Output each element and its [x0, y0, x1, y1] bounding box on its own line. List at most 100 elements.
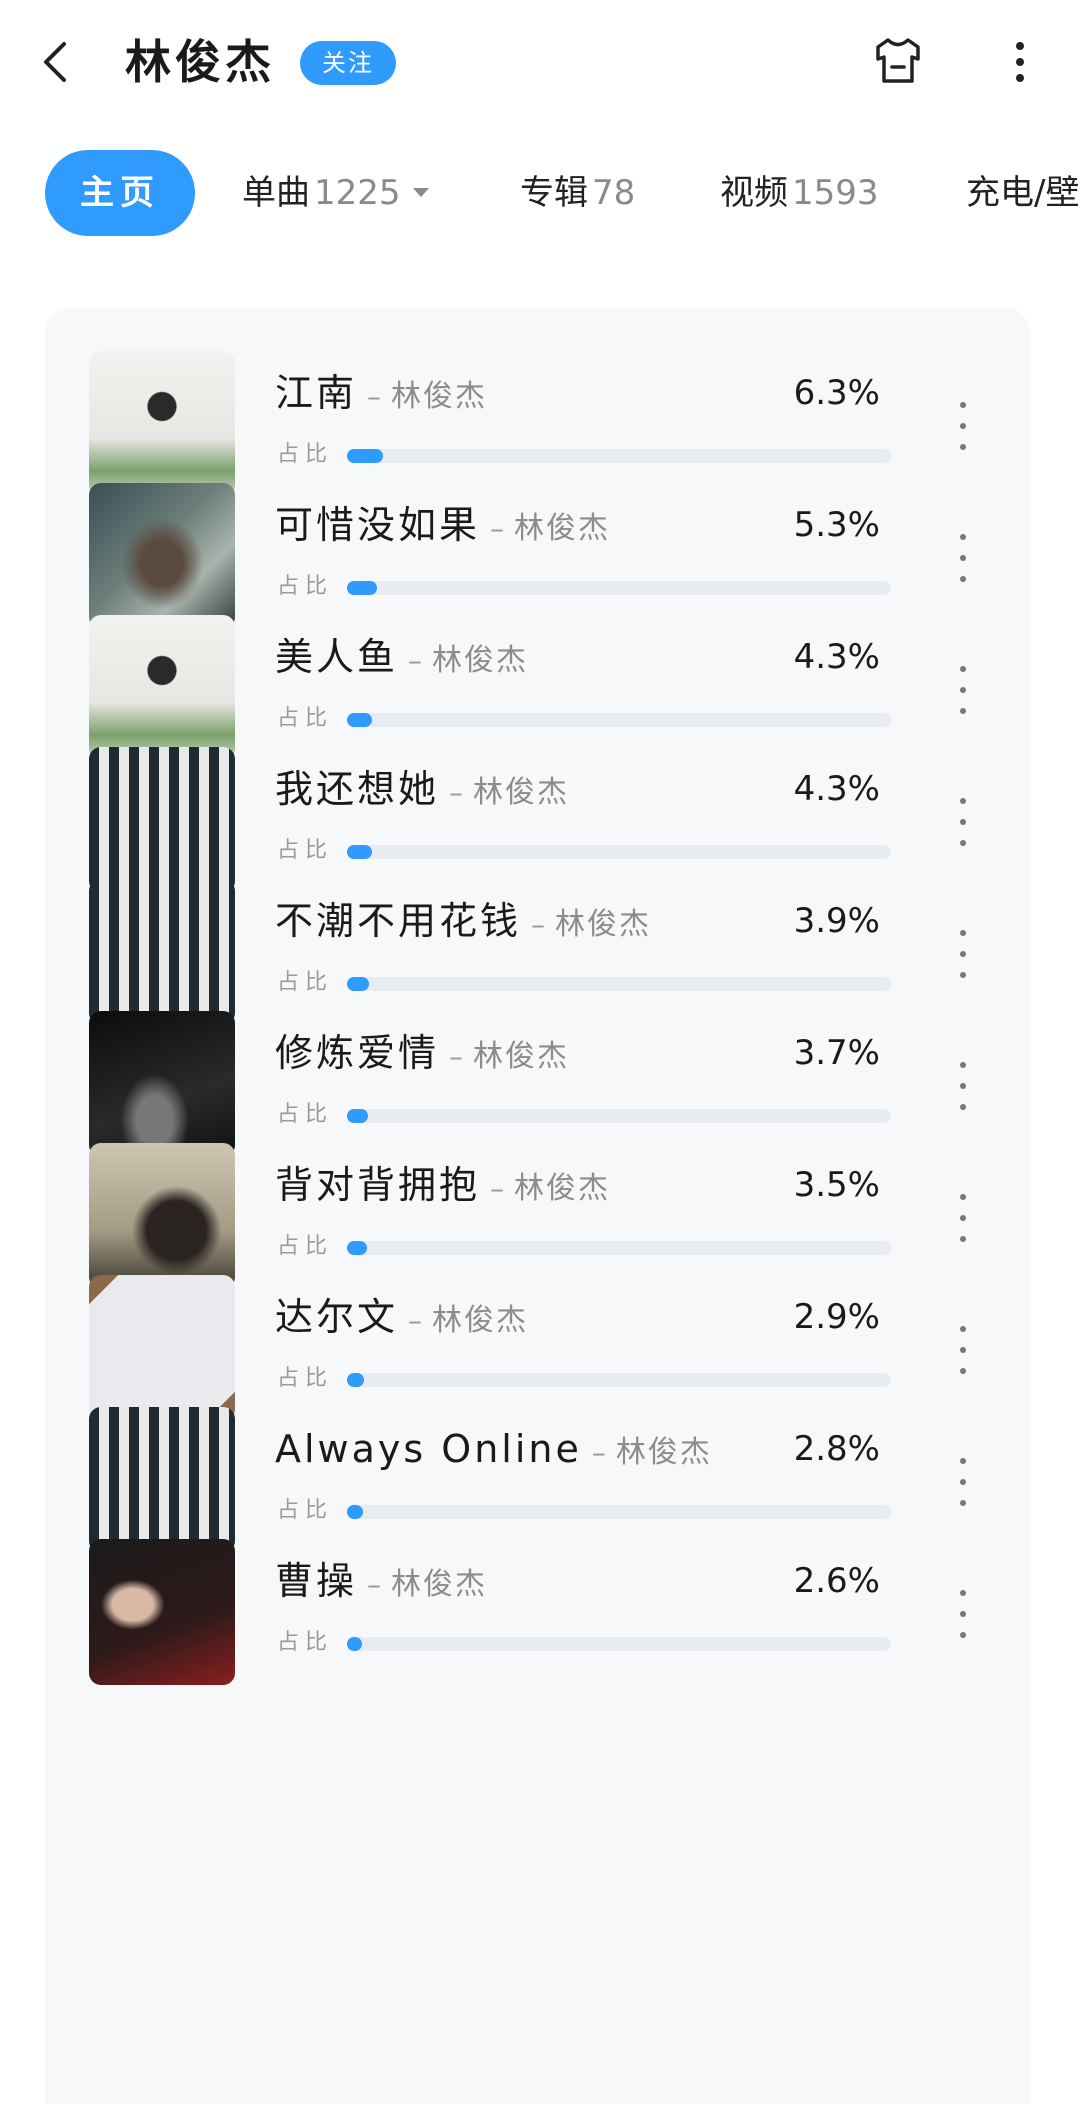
separator: –	[531, 908, 546, 941]
dot	[960, 798, 966, 804]
separator: –	[591, 1436, 606, 1469]
song-row[interactable]: 曹操 – 林俊杰 2.6% 占比	[45, 1496, 1030, 1685]
song-share-list: 江南 – 林俊杰 6.3% 占比 可惜没如果 – 林俊杰 5.3% 占比 美人鱼 – 林俊杰	[45, 308, 1030, 2104]
tab-label: 单曲	[242, 173, 310, 213]
tab-home[interactable]: 主页	[45, 150, 195, 236]
share-percent: 3.5%	[793, 1165, 880, 1205]
song-artist: 林俊杰	[391, 1567, 488, 1602]
tab-label: 视频	[720, 173, 788, 213]
song-name: 可惜没如果	[275, 503, 481, 547]
song-title-line: 达尔文 – 林俊杰	[275, 1292, 528, 1342]
dot	[960, 1347, 966, 1353]
dot	[960, 1194, 966, 1200]
song-artist: 林俊杰	[514, 1171, 611, 1206]
tab-charge-wallpaper[interactable]: 充电/壁	[966, 150, 1079, 236]
song-artist: 林俊杰	[391, 379, 488, 414]
song-name: 江南	[275, 371, 358, 415]
separator: –	[408, 644, 423, 677]
caret-down-icon[interactable]	[412, 188, 429, 197]
dot	[960, 1611, 966, 1617]
song-artist: 林俊杰	[514, 511, 611, 546]
chevron-left-icon	[44, 42, 66, 82]
dot	[960, 1215, 966, 1221]
song-artist: 林俊杰	[432, 1303, 529, 1338]
back-button[interactable]	[28, 30, 78, 94]
dot	[960, 423, 966, 429]
song-artist: 林俊杰	[615, 1435, 712, 1470]
separator: –	[367, 380, 382, 413]
song-name: 我还想她	[275, 767, 440, 811]
dot	[960, 1083, 966, 1089]
dot	[960, 555, 966, 561]
dot	[960, 1479, 966, 1485]
separator: –	[449, 1040, 464, 1073]
dot	[960, 819, 966, 825]
song-title-line: 背对背拥抱 – 林俊杰	[275, 1160, 610, 1210]
page-title: 林俊杰	[125, 35, 275, 89]
row-more-button[interactable]	[953, 1584, 973, 1644]
shirt-icon	[876, 38, 920, 83]
tab-label: 充电/壁	[966, 173, 1080, 213]
tab-count: 78	[592, 173, 636, 213]
dot	[960, 930, 966, 936]
share-progress-bar	[347, 1637, 891, 1651]
share-progress-fill	[347, 1637, 362, 1651]
follow-button[interactable]: 关注	[300, 41, 396, 85]
theme-button[interactable]	[870, 33, 926, 89]
share-label: 占比	[277, 1630, 334, 1655]
album-cover[interactable]	[89, 1539, 235, 1685]
song-name: 修炼爱情	[275, 1031, 440, 1075]
tab-videos[interactable]: 视频 1593	[720, 150, 879, 236]
tab-label: 专辑	[520, 173, 588, 213]
song-title-line: 江南 – 林俊杰	[275, 368, 487, 418]
song-title-line: 不潮不用花钱 – 林俊杰	[275, 896, 651, 946]
separator: –	[408, 1304, 423, 1337]
tab-singles[interactable]: 单曲 1225	[242, 150, 429, 236]
song-artist: 林俊杰	[555, 907, 652, 942]
dot	[960, 687, 966, 693]
song-name: 达尔文	[275, 1295, 399, 1339]
song-name: 曹操	[275, 1559, 358, 1603]
more-vertical-icon	[1016, 42, 1024, 82]
song-title-line: Always Online – 林俊杰	[275, 1424, 712, 1474]
share-percent: 5.3%	[793, 505, 880, 545]
top-bar: 林俊杰 关注	[0, 0, 1080, 125]
share-percent: 4.3%	[793, 637, 880, 677]
song-artist: 林俊杰	[473, 775, 570, 810]
tab-bar: 主页 单曲 1225 专辑 78 视频 1593 充电/壁	[0, 150, 1080, 240]
more-options-button[interactable]	[1000, 30, 1040, 94]
song-name: 不潮不用花钱	[275, 899, 522, 943]
separator: –	[449, 776, 464, 809]
dot	[960, 666, 966, 672]
dot	[960, 1590, 966, 1596]
song-title-line: 美人鱼 – 林俊杰	[275, 632, 528, 682]
song-title-line: 可惜没如果 – 林俊杰	[275, 500, 610, 550]
song-artist: 林俊杰	[432, 643, 529, 678]
song-name: Always Online	[275, 1427, 582, 1471]
song-name: 美人鱼	[275, 635, 399, 679]
separator: –	[490, 512, 505, 545]
song-title-line: 曹操 – 林俊杰	[275, 1556, 487, 1606]
share-percent: 2.8%	[793, 1429, 880, 1469]
dot	[960, 1458, 966, 1464]
tab-label: 主页	[80, 173, 160, 213]
tab-count: 1593	[792, 173, 879, 213]
dot	[960, 1632, 966, 1638]
song-title-line: 我还想她 – 林俊杰	[275, 764, 569, 814]
dot	[960, 951, 966, 957]
dot	[960, 1062, 966, 1068]
song-name: 背对背拥抱	[275, 1163, 481, 1207]
share-percent: 6.3%	[793, 373, 880, 413]
separator: –	[490, 1172, 505, 1205]
separator: –	[367, 1568, 382, 1601]
song-artist: 林俊杰	[473, 1039, 570, 1074]
tab-albums[interactable]: 专辑 78	[520, 150, 635, 236]
share-percent: 3.9%	[793, 901, 880, 941]
dot	[960, 534, 966, 540]
dot	[960, 1326, 966, 1332]
dot	[960, 402, 966, 408]
song-title-line: 修炼爱情 – 林俊杰	[275, 1028, 569, 1078]
share-percent: 4.3%	[793, 769, 880, 809]
share-percent: 2.9%	[793, 1297, 880, 1337]
share-percent: 2.6%	[793, 1561, 880, 1601]
